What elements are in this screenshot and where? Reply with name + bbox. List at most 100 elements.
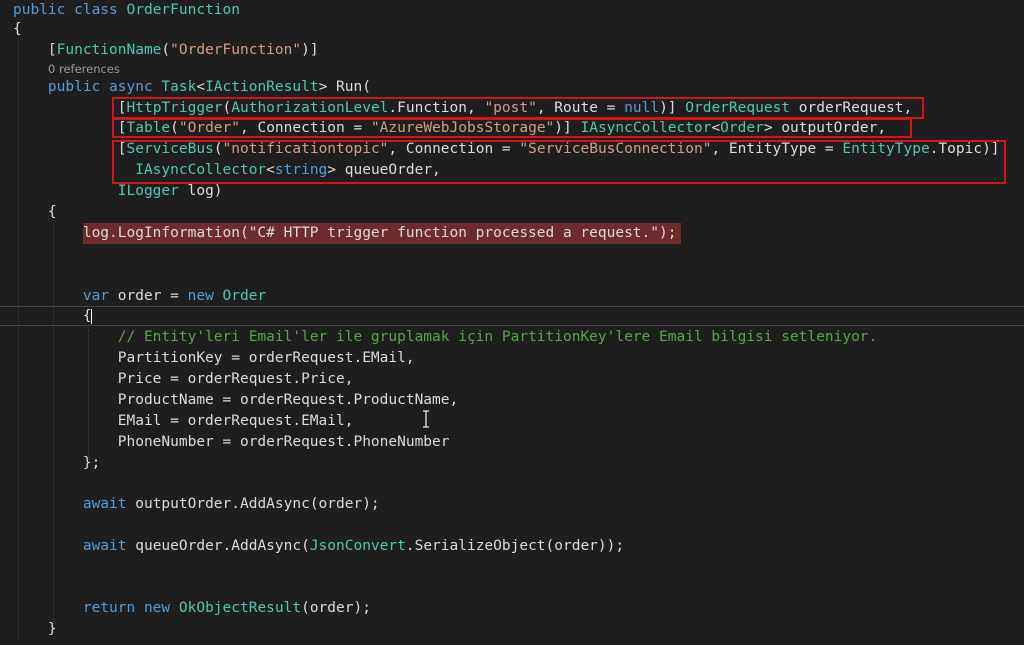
code-token: new [187,288,223,304]
code-token: ( [213,141,223,157]
code-token: , Connection = [240,120,371,136]
code-line[interactable]: Price = orderRequest.Price, [13,369,354,389]
code-token: public [13,2,75,18]
code-token: log) [178,183,223,199]
code-line[interactable]: { [13,306,92,326]
code-token: queueOrder.AddAsync( [126,538,310,554]
code-token: > Run( [318,79,371,95]
code-line[interactable]: EMail = orderRequest.EMail, [13,411,354,431]
code-token: < [711,120,721,136]
code-token: Order [720,120,764,136]
code-line[interactable]: // Entity'leri Email'ler ile gruplamak i… [13,327,878,347]
code-line[interactable]: PartitionKey = orderRequest.EMail, [13,348,415,368]
code-token: PartitionKey = orderRequest.EMail, [13,350,415,366]
code-token: string [274,162,328,178]
code-token: outputOrder.AddAsync(order); [126,496,380,512]
code-token: ); [659,225,677,241]
code-token: Task [161,79,197,95]
code-token: IAsyncCollector [580,120,712,136]
text-caret [91,309,92,324]
codelens-references[interactable]: 0 references [48,61,120,77]
code-token: Order [222,288,267,304]
code-token: "C# HTTP trigger function processed a re… [248,225,660,241]
code-token: , Connection = [388,141,520,157]
code-token: log.LogInformation( [13,225,249,241]
code-token: > queueOrder, [327,162,441,178]
code-line[interactable]: } [13,619,57,639]
code-line[interactable]: { [13,19,22,39]
code-token: await [82,496,127,512]
code-token: )] [301,42,319,58]
code-line[interactable]: log.LogInformation("C# HTTP trigger func… [13,223,677,243]
code-token: return [82,600,144,616]
code-token: { [13,21,22,37]
current-line-highlight [0,306,1024,326]
code-token: EMail = orderRequest.EMail, [13,413,354,429]
code-line[interactable]: { [13,202,57,222]
code-token: public [47,79,110,95]
code-token: Price = orderRequest.Price, [13,371,354,387]
code-token: AuthorizationLevel [231,100,389,116]
code-line[interactable]: public class OrderFunction [13,0,240,20]
code-token: }; [13,455,101,471]
code-token: ProductName = orderRequest.ProductName, [13,392,459,408]
code-token: (order); [301,600,371,616]
code-line[interactable]: IAsyncCollector<string> queueOrder, [13,160,441,180]
code-token: "ServiceBusConnection" [519,141,712,157]
code-token: var [82,288,110,304]
code-token: new [143,600,179,616]
code-line[interactable]: }; [13,453,100,473]
ibeam-cursor-icon [423,410,429,428]
code-token: "Order" [178,120,240,136]
code-token: FunctionName [56,42,162,58]
code-token: , EntityType = [711,141,843,157]
code-token: HttpTrigger [126,100,223,116]
code-line[interactable]: public async Task<IActionResult> Run( [13,77,371,97]
code-token: ( [161,42,171,58]
code-token: ServiceBus [126,141,214,157]
code-line[interactable]: [ServiceBus("notificationtopic", Connect… [13,139,1000,159]
code-token: )] [659,100,686,116]
code-token: < [266,162,275,178]
code-line[interactable]: [FunctionName("OrderFunction")] [13,40,319,60]
code-line[interactable]: [Table("Order", Connection = "AzureWebJo… [13,118,886,138]
code-token: [ [13,141,127,157]
code-line[interactable]: ProductName = orderRequest.ProductName, [13,390,458,410]
code-token: IAsyncCollector [135,162,267,178]
code-token: order = [109,288,188,304]
code-token: OrderFunction [126,2,241,18]
code-editor[interactable]: 0 references public class OrderFunction{… [0,0,1024,645]
code-line[interactable]: var order = new Order [13,286,266,306]
code-token: null [624,100,660,116]
code-token: { [13,308,92,324]
code-line[interactable]: await outputOrder.AddAsync(order); [13,494,380,514]
code-token: , Route = [536,100,625,116]
code-token: // Entity'leri Email'ler ile gruplamak i… [117,329,878,345]
code-token: orderRequest, [790,100,913,116]
code-token: Table [126,120,171,136]
code-token: )] [554,120,581,136]
code-token: "OrderFunction" [170,42,302,58]
code-token: EntityType [842,141,930,157]
code-token: await [82,538,127,554]
code-token: < [196,79,206,95]
code-token: > outputOrder, [763,120,887,136]
code-token: IActionResult [205,79,319,95]
code-line[interactable]: await queueOrder.AddAsync(JsonConvert.Se… [13,536,624,556]
code-line[interactable]: [HttpTrigger(AuthorizationLevel.Function… [13,98,913,118]
code-token: async [109,79,162,95]
code-line[interactable]: return new OkObjectResult(order); [13,598,371,618]
code-token: } [13,621,57,637]
code-line[interactable]: ILogger log) [13,181,223,201]
code-token: [ [13,120,127,136]
code-token: [ [13,42,57,58]
code-line[interactable]: PhoneNumber = orderRequest.PhoneNumber [13,432,450,452]
code-token: .Topic)] [929,141,1000,157]
code-token: "notificationtopic" [222,141,389,157]
code-token: OkObjectResult [178,600,302,616]
